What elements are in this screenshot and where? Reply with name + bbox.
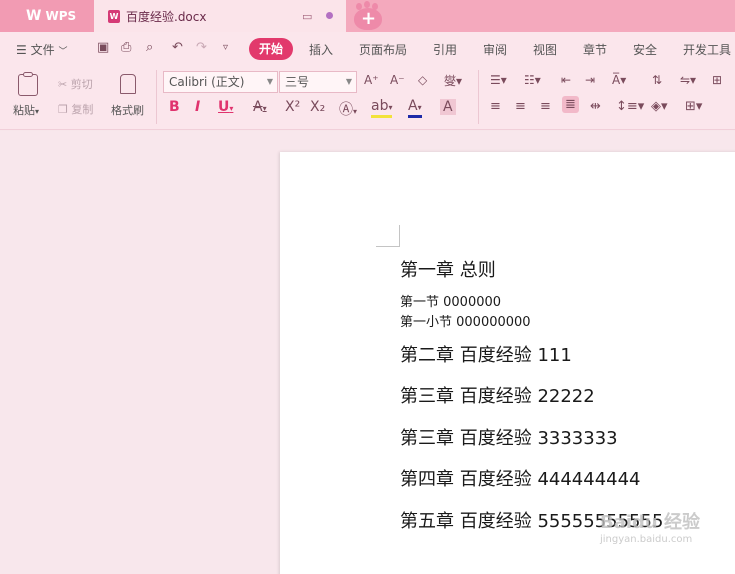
text-effect-button[interactable]: Ⓐ▾ xyxy=(339,99,357,119)
heading-chapter-2[interactable]: 第二章 百度经验 111 xyxy=(400,341,572,367)
heading-section-1[interactable]: 第一节 0000000 xyxy=(400,291,501,310)
bold-button[interactable]: B xyxy=(169,99,180,115)
sort-icon[interactable]: ⇅ xyxy=(652,73,662,87)
file-menu[interactable]: ☰ 文件 ﹀ xyxy=(16,41,67,58)
paste-button[interactable]: 粘贴▾ xyxy=(13,102,39,118)
heading-chapter-4[interactable]: 第四章 百度经验 444444444 xyxy=(400,465,641,491)
tab-home[interactable]: 开始 xyxy=(249,38,294,60)
chevron-down-icon: ▼ xyxy=(266,77,273,86)
paste-label: 粘贴 xyxy=(13,104,35,117)
margin-corner-marker xyxy=(376,225,400,247)
character-shading-button[interactable]: A xyxy=(440,99,456,115)
ribbon-separator xyxy=(156,70,157,124)
borders-icon[interactable]: ⊞▾ xyxy=(685,99,702,114)
bullet-list-icon[interactable]: ☰▾ xyxy=(490,73,507,87)
line-spacing-icon[interactable]: ↕≡▾ xyxy=(616,99,644,114)
pinyin-guide-icon[interactable]: 燮▾ xyxy=(444,72,462,89)
tab-insert[interactable]: 插入 xyxy=(309,41,333,58)
copy-label: 复制 xyxy=(71,103,94,116)
chevron-down-icon: ﹀ xyxy=(58,47,68,57)
font-size-value: 三号 xyxy=(285,75,310,89)
chevron-down-icon: ▾ xyxy=(417,103,422,112)
font-color-button[interactable]: A▾ xyxy=(408,99,422,118)
tab-developer-tools[interactable]: 开发工具 xyxy=(683,41,731,58)
heading-chapter-3[interactable]: 第三章 百度经验 22222 xyxy=(400,382,595,408)
print-preview-icon[interactable]: ⌕ xyxy=(146,40,153,55)
paw-toe-icon xyxy=(364,1,370,8)
title-bar: W WPS W 百度经验.docx ▭ + xyxy=(0,0,735,32)
strikethrough-button[interactable]: A▾ xyxy=(253,99,267,115)
menu-bar: ☰ 文件 ﹀ ▣ ⎙ ⌕ ↶ ↷ ▿ 开始 插入 页面布局 引用 审阅 视图 章… xyxy=(0,32,735,66)
underline-button[interactable]: U▾ xyxy=(218,99,233,115)
paste-icon[interactable] xyxy=(18,74,38,96)
undo-icon[interactable]: ↶ xyxy=(172,40,183,55)
document-tab[interactable]: W 百度经验.docx ▭ xyxy=(94,0,346,32)
chevron-down-icon: ▾ xyxy=(388,103,393,112)
file-menu-label: 文件 xyxy=(30,43,55,57)
format-painter-icon[interactable] xyxy=(120,74,136,94)
align-center-icon[interactable]: ≡ xyxy=(515,99,526,114)
plus-icon: + xyxy=(361,8,377,29)
font-size-select[interactable]: 三号 ▼ xyxy=(279,71,357,93)
monitor-icon[interactable]: ▭ xyxy=(302,10,312,23)
new-tab-button[interactable]: + xyxy=(352,1,384,30)
highlight-color-button[interactable]: ab▾ xyxy=(371,99,393,118)
line-spacing-toggle-icon[interactable]: ⇋▾ xyxy=(680,73,696,87)
tab-sections[interactable]: 章节 xyxy=(583,41,607,58)
redo-icon[interactable]: ↷ xyxy=(196,40,207,55)
font-name-value: Calibri (正文) xyxy=(169,75,245,89)
subscript-button[interactable]: X₂ xyxy=(310,99,325,115)
increase-font-size-icon[interactable]: A⁺ xyxy=(364,73,379,87)
tab-review[interactable]: 审阅 xyxy=(483,41,507,58)
tab-view[interactable]: 视图 xyxy=(533,41,557,58)
justify-icon[interactable]: ≣ xyxy=(562,96,579,113)
italic-button[interactable]: I xyxy=(195,99,200,115)
document-tab-title: 百度经验.docx xyxy=(126,9,207,24)
wps-logo-icon: W xyxy=(26,8,42,24)
distributed-align-icon[interactable]: ⇹ xyxy=(590,99,601,114)
save-icon[interactable]: ▣ xyxy=(97,40,109,55)
watermark-text: Baidu 经验 xyxy=(600,512,701,533)
word-doc-icon: W xyxy=(108,9,120,23)
clipboard-clip-icon xyxy=(23,72,33,77)
align-right-icon[interactable]: ≡ xyxy=(540,99,551,114)
print-icon[interactable]: ⎙ xyxy=(121,40,131,55)
ribbon-separator xyxy=(478,70,479,124)
quick-access-dropdown-icon[interactable]: ▿ xyxy=(223,42,228,53)
shading-fill-icon[interactable]: ◈▾ xyxy=(651,99,668,114)
decrease-indent-icon[interactable]: ⇤ xyxy=(561,73,571,87)
chevron-down-icon: ▾ xyxy=(229,104,234,113)
wps-home-tab[interactable]: W WPS xyxy=(0,0,94,32)
tab-page-layout[interactable]: 页面布局 xyxy=(359,41,407,58)
cut-button[interactable]: ✂ 剪切 xyxy=(58,76,93,92)
chevron-down-icon: ▾ xyxy=(353,107,358,116)
tab-security[interactable]: 安全 xyxy=(633,41,657,58)
format-painter-button[interactable]: 格式刷 xyxy=(111,102,144,118)
chevron-down-icon: ▾ xyxy=(262,104,267,113)
heading-subsection-1[interactable]: 第一小节 000000000 xyxy=(400,311,531,330)
app-name: WPS xyxy=(45,9,77,23)
clear-format-icon[interactable]: ◇ xyxy=(418,73,427,87)
font-name-select[interactable]: Calibri (正文) ▼ xyxy=(163,71,278,93)
hamburger-icon: ☰ xyxy=(16,43,27,57)
decrease-font-size-icon[interactable]: A⁻ xyxy=(390,73,405,87)
cut-label: 剪切 xyxy=(70,78,93,91)
watermark-url: jingyan.baidu.com xyxy=(600,534,693,545)
chevron-down-icon: ▾ xyxy=(35,107,40,116)
copy-button[interactable]: ❐ 复制 xyxy=(58,101,93,117)
superscript-button[interactable]: X² xyxy=(285,99,300,115)
tab-references[interactable]: 引用 xyxy=(433,41,457,58)
chevron-down-icon: ▼ xyxy=(345,77,352,86)
align-left-icon[interactable]: ≡ xyxy=(490,99,501,114)
unsaved-dot-icon xyxy=(326,12,333,19)
scissors-icon: ✂ xyxy=(58,78,68,91)
heading-chapter-1[interactable]: 第一章 总则 xyxy=(400,256,496,282)
change-case-icon[interactable]: A̅▾ xyxy=(612,73,626,87)
copy-icon: ❐ xyxy=(58,103,68,116)
table-layout-icon[interactable]: ⊞ xyxy=(712,73,722,87)
baidu-watermark: Baidu 经验 jingyan.baidu.com xyxy=(600,508,710,558)
heading-chapter-3b[interactable]: 第三章 百度经验 3333333 xyxy=(400,424,618,450)
numbered-list-icon[interactable]: ☷▾ xyxy=(524,73,541,87)
increase-indent-icon[interactable]: ⇥ xyxy=(585,73,595,87)
